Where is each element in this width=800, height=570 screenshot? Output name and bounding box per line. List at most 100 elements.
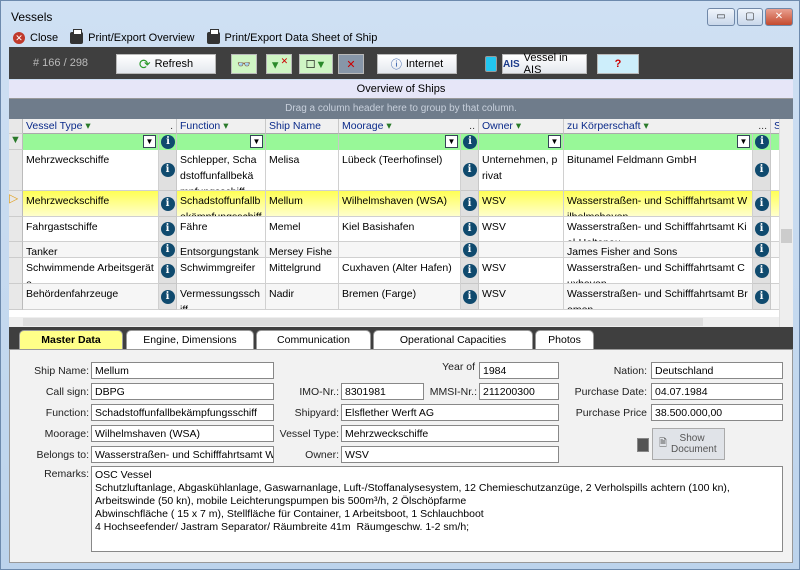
table-cell-vessel-type[interactable]: Mehrzweckschiffe: [23, 150, 159, 191]
column-header[interactable]: Ship Name: [266, 119, 339, 134]
table-cell-body[interactable]: Bitunamel Feldmann GmbH: [564, 150, 753, 191]
tab-engine-dimensions[interactable]: Engine, Dimensions: [126, 330, 254, 349]
table-cell-vessel-type[interactable]: Schwimmende Arbeitsgeräte: [23, 258, 159, 284]
internet-button[interactable]: ⓘ Internet: [377, 54, 457, 74]
table-cell-function[interactable]: Entsorgungstanke: [177, 242, 266, 258]
info-icon[interactable]: i: [160, 196, 175, 211]
reset-layout-button[interactable]: ✕: [338, 54, 364, 74]
vessel-in-ais-button[interactable]: AIS Vessel in AIS: [502, 52, 587, 76]
info-cell[interactable]: i: [159, 242, 177, 258]
dropdown-icon[interactable]: ▼: [143, 135, 156, 148]
group-by-panel[interactable]: Drag a column header here to group by th…: [9, 99, 793, 119]
info-cell[interactable]: i: [159, 284, 177, 310]
filter-cell[interactable]: ▼: [479, 134, 564, 150]
ship-name-field[interactable]: Mellum: [91, 362, 274, 379]
info-cell[interactable]: i: [753, 258, 771, 284]
info-icon[interactable]: i: [160, 289, 175, 304]
filter-cell[interactable]: [266, 134, 339, 150]
table-cell-function[interactable]: Schwimmgreifer: [177, 258, 266, 284]
purchase-date-field[interactable]: 04.07.1984: [651, 383, 783, 400]
moorage-field[interactable]: Wilhelmshaven (WSA): [91, 425, 274, 442]
table-cell-moorage[interactable]: [339, 242, 461, 258]
info-icon[interactable]: i: [462, 242, 477, 257]
info-icon[interactable]: i: [161, 135, 175, 149]
info-cell[interactable]: i: [159, 258, 177, 284]
info-icon[interactable]: i: [463, 135, 477, 149]
info-cell[interactable]: i: [159, 217, 177, 242]
dropdown-icon[interactable]: ▼: [548, 135, 561, 148]
filter-cell[interactable]: ▼: [564, 134, 753, 150]
info-cell[interactable]: i: [461, 217, 479, 242]
info-cell[interactable]: i: [461, 191, 479, 217]
table-cell-ship-name[interactable]: Memel: [266, 217, 339, 242]
row-indicator[interactable]: [9, 258, 23, 284]
vertical-scrollbar[interactable]: [779, 119, 793, 327]
filter-cell[interactable]: [771, 134, 779, 150]
table-cell-body[interactable]: James Fisher and Sons: [564, 242, 753, 258]
ais-toggle[interactable]: [485, 56, 497, 72]
call-sign-field[interactable]: DBPG: [91, 383, 274, 400]
nation-field[interactable]: Deutschland: [651, 362, 783, 379]
show-document-button[interactable]: 🗎 Show Document: [652, 428, 725, 460]
info-icon[interactable]: i: [754, 222, 769, 236]
info-cell[interactable]: i: [159, 150, 177, 191]
info-cell[interactable]: i: [753, 284, 771, 310]
vessel-type-field[interactable]: Mehrzweckschiffe: [341, 425, 559, 442]
table-cell-body[interactable]: Wasserstraßen- und Schifffahrtsamt Wilhe…: [564, 191, 753, 217]
column-header[interactable]: Vessel Type ▾.: [23, 119, 177, 134]
print-datasheet-menu-item[interactable]: Print/Export Data Sheet of Ship: [206, 29, 377, 44]
filter-info-cell[interactable]: i: [159, 134, 177, 150]
info-icon[interactable]: i: [754, 263, 769, 278]
row-indicator[interactable]: [9, 217, 23, 242]
filter-cell[interactable]: ▼: [177, 134, 266, 150]
info-cell[interactable]: i: [753, 242, 771, 258]
filter-info-cell[interactable]: i: [753, 134, 771, 150]
info-icon[interactable]: i: [160, 222, 175, 236]
table-cell[interactable]: [771, 150, 779, 191]
row-indicator[interactable]: ▷: [9, 191, 23, 217]
table-cell-owner[interactable]: WSV: [479, 258, 564, 284]
table-cell-moorage[interactable]: Kiel Basishafen: [339, 217, 461, 242]
table-cell-function[interactable]: Schadstoffunfallbekämpfungsschiff: [177, 191, 266, 217]
table-cell-vessel-type[interactable]: Mehrzweckschiffe: [23, 191, 159, 217]
table-cell-function[interactable]: Fähre: [177, 217, 266, 242]
row-indicator[interactable]: [9, 150, 23, 191]
belongs-to-field[interactable]: Wasserstraßen- und Schifffahrtsamt Wilhe…: [91, 446, 274, 463]
column-header[interactable]: zu Körperschaft ▾...: [564, 119, 771, 134]
table-cell[interactable]: [771, 191, 779, 217]
column-header[interactable]: S: [771, 119, 779, 134]
table-cell-owner[interactable]: [479, 242, 564, 258]
table-cell-ship-name[interactable]: Mellum: [266, 191, 339, 217]
table-cell-ship-name[interactable]: Nadir: [266, 284, 339, 310]
close-menu-item[interactable]: ✕ Close: [13, 32, 58, 44]
tab-operational-capacities[interactable]: Operational Capacities: [373, 330, 533, 349]
table-cell[interactable]: [771, 217, 779, 242]
scroll-thumb[interactable]: [23, 318, 703, 326]
table-cell-body[interactable]: Wasserstraßen- und Schifffahrtsamt Breme…: [564, 284, 753, 310]
table-cell-owner[interactable]: WSV: [479, 191, 564, 217]
table-cell[interactable]: [771, 242, 779, 258]
add-filter-button[interactable]: ☐▼: [299, 54, 333, 74]
dropdown-icon[interactable]: ▼: [737, 135, 750, 148]
column-header[interactable]: Moorage ▾..: [339, 119, 479, 134]
info-icon[interactable]: i: [160, 242, 175, 257]
info-cell[interactable]: i: [461, 284, 479, 310]
close-window-button[interactable]: ✕: [765, 8, 793, 26]
dropdown-icon[interactable]: ▼: [445, 135, 458, 148]
row-indicator[interactable]: [9, 242, 23, 258]
filter-cell[interactable]: ▼: [339, 134, 461, 150]
table-cell-moorage[interactable]: Bremen (Farge): [339, 284, 461, 310]
imo-field[interactable]: 8301981: [341, 383, 424, 400]
info-icon[interactable]: i: [462, 196, 477, 211]
info-cell[interactable]: i: [753, 150, 771, 191]
minimize-button[interactable]: ▭: [707, 8, 735, 26]
tab-master-data[interactable]: Master Data: [19, 330, 123, 349]
info-cell[interactable]: i: [461, 242, 479, 258]
maximize-button[interactable]: ▢: [737, 8, 763, 26]
dropdown-icon[interactable]: ▼: [250, 135, 263, 148]
print-overview-menu-item[interactable]: Print/Export Overview: [70, 29, 195, 44]
table-cell-vessel-type[interactable]: Tanker: [23, 242, 159, 258]
info-icon[interactable]: i: [462, 289, 477, 304]
table-cell-ship-name[interactable]: Mittelgrund: [266, 258, 339, 284]
info-icon[interactable]: i: [160, 163, 175, 177]
